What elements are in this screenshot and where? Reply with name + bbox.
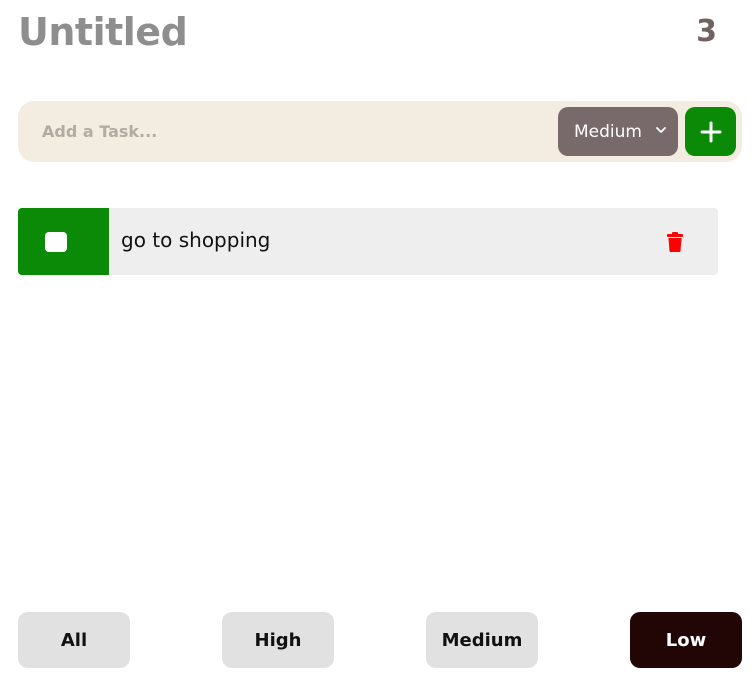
task-priority-indicator	[18, 208, 109, 275]
task-input[interactable]	[32, 111, 552, 151]
task-item: go to shopping	[18, 208, 718, 275]
add-task-button[interactable]	[685, 107, 736, 156]
plus-icon	[700, 121, 721, 142]
priority-select[interactable]: Medium	[558, 107, 678, 156]
filter-medium-button[interactable]: Medium	[426, 612, 538, 668]
priority-select-value: Medium	[574, 121, 642, 142]
task-text: go to shopping	[121, 228, 271, 252]
trash-icon[interactable]	[666, 232, 684, 252]
chevron-down-icon	[656, 127, 666, 133]
filter-all-button[interactable]: All	[18, 612, 130, 668]
task-checkbox[interactable]	[45, 232, 67, 252]
filter-high-button[interactable]: High	[222, 612, 334, 668]
todo-app: Untitled 3 Medium go to shopping All Hig…	[0, 0, 755, 682]
task-count: 3	[696, 14, 717, 49]
page-title: Untitled	[18, 10, 188, 54]
filter-low-button[interactable]: Low	[630, 612, 742, 668]
add-task-bar: Medium	[18, 101, 742, 162]
